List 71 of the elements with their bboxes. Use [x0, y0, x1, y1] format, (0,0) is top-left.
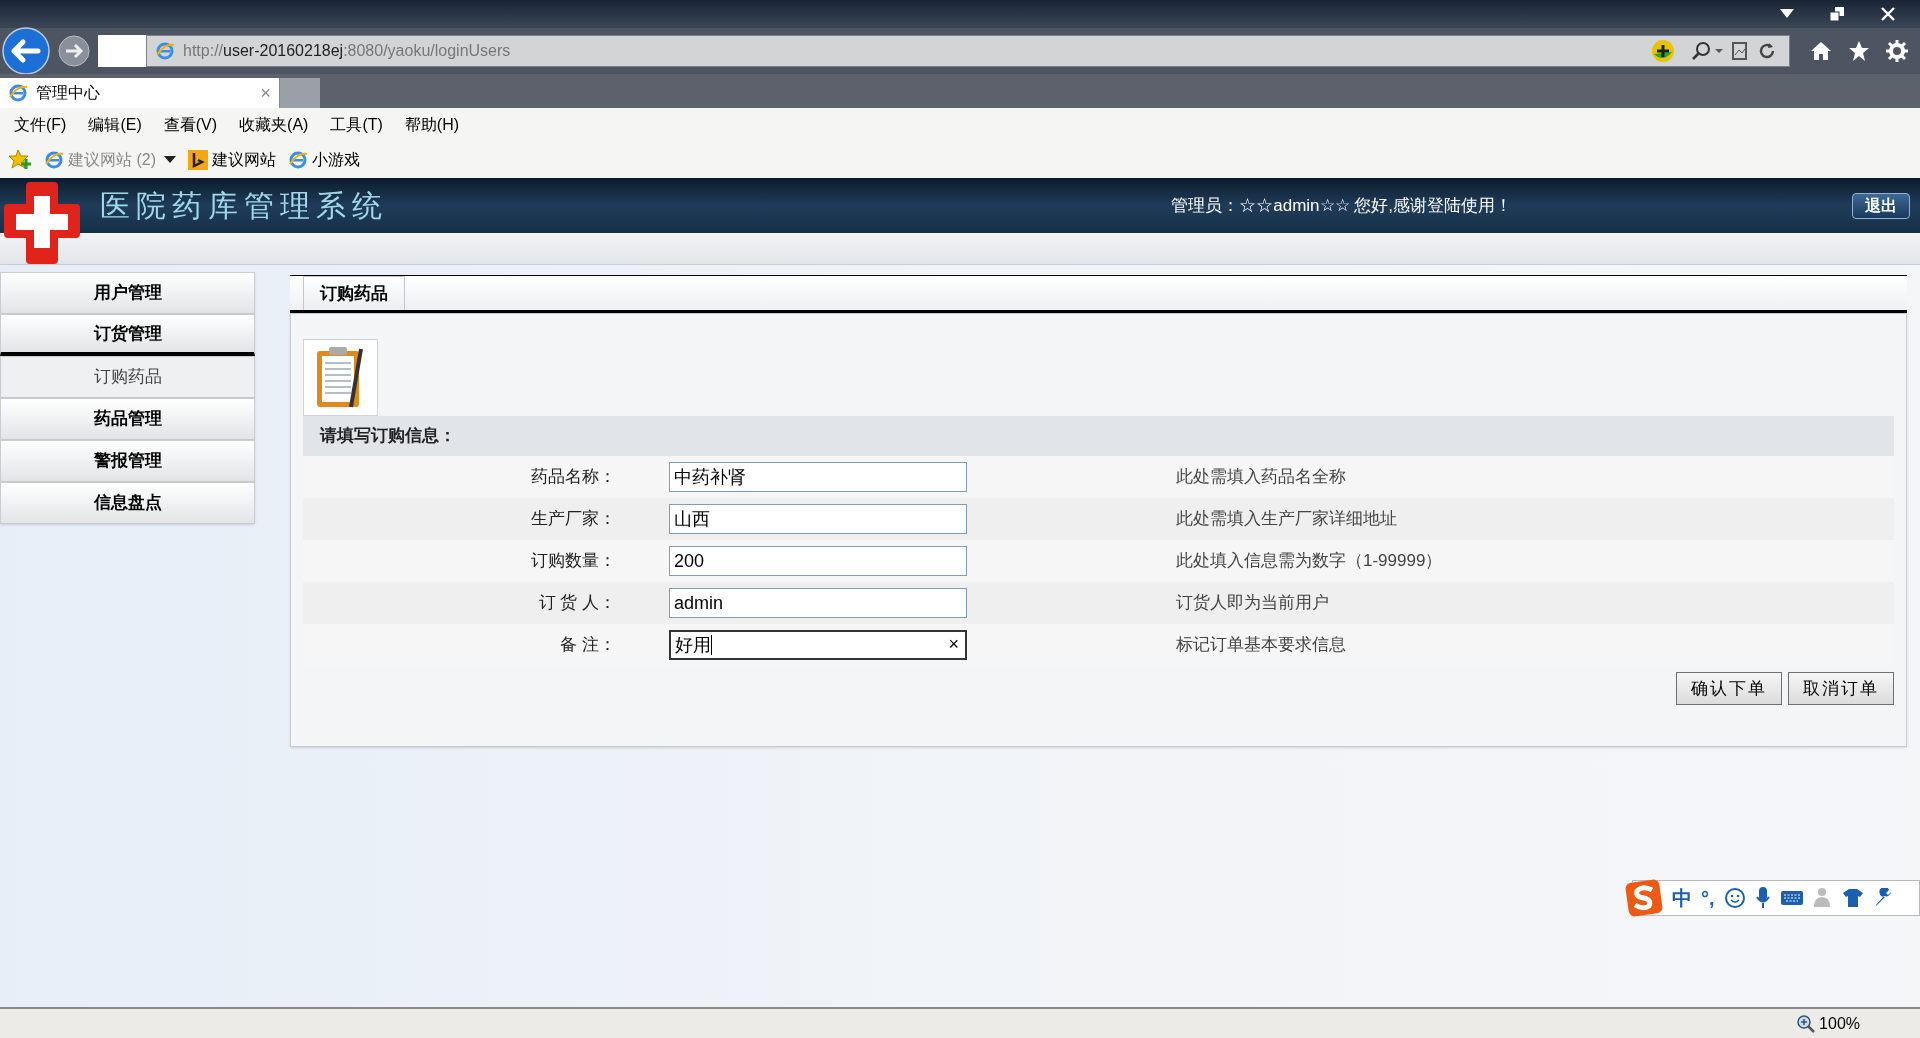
smiley-icon[interactable]	[1723, 887, 1746, 909]
input-field[interactable]: 山西	[669, 504, 967, 534]
menu-item[interactable]: 收藏夹(A)	[239, 113, 309, 137]
field-label: 备 注：	[560, 634, 616, 657]
compatibility-icon[interactable]	[1731, 41, 1749, 61]
bing-logo-icon	[188, 150, 208, 170]
system-title: 医院药库管理系统	[100, 187, 388, 225]
refresh-icon[interactable]	[1757, 41, 1777, 61]
browser-icon	[155, 41, 175, 61]
field-label: 药品名称：	[531, 466, 616, 489]
close-icon[interactable]	[1880, 6, 1896, 22]
home-icon[interactable]	[1810, 40, 1832, 62]
input-field[interactable]: 中药补肾	[669, 462, 967, 492]
form-button[interactable]: 取消订单	[1788, 672, 1894, 705]
back-icon[interactable]	[2, 27, 50, 75]
close-tab-button[interactable]: ×	[260, 84, 271, 102]
menu-item[interactable]: 工具(T)	[330, 113, 383, 137]
section-heading: 请填写订购信息：	[303, 416, 1894, 456]
panel-tab[interactable]: 订购药品	[303, 276, 405, 310]
sidebar-subitem[interactable]: 订购药品	[0, 356, 255, 398]
sidebar-item[interactable]: 信息盘点	[0, 482, 255, 524]
field-hint: 此处需填入生产厂家详细地址	[1176, 508, 1397, 531]
menu-item[interactable]: 帮助(H)	[404, 113, 460, 137]
logout-button[interactable]: 退出	[1852, 192, 1910, 219]
microphone-icon[interactable]	[1754, 886, 1771, 910]
zoom-icon[interactable]	[1797, 1014, 1816, 1033]
page-icon	[44, 150, 64, 170]
clear-button[interactable]: ×	[948, 635, 959, 653]
menu-item[interactable]: 文件(F)	[14, 113, 67, 137]
input-field[interactable]: admin	[669, 588, 967, 618]
menu-item[interactable]: 查看(V)	[163, 113, 218, 137]
punctuation-toggle[interactable]: °,	[1701, 883, 1715, 913]
menu-item[interactable]: 编辑(E)	[88, 113, 142, 137]
browser-tab[interactable]: 管理中心 ×	[0, 78, 280, 108]
input-field[interactable]: 200	[669, 546, 967, 576]
plus-circle-icon[interactable]	[1651, 39, 1675, 63]
favorite-link[interactable]: 小游戏	[312, 148, 360, 172]
zoom-level[interactable]: 100%	[1819, 1011, 1860, 1036]
blank-box	[98, 35, 146, 67]
field-hint: 此处需填入药品名全称	[1176, 466, 1346, 489]
shirt-icon[interactable]	[1841, 888, 1864, 908]
address-bar[interactable]: http://user-20160218ej:8080/yaoku/loginUsers	[146, 35, 1790, 67]
browser-icon	[8, 83, 28, 103]
favorites-icon[interactable]	[8, 149, 32, 171]
restore-icon[interactable]	[1830, 7, 1844, 21]
sidebar-item[interactable]: 警报管理	[0, 440, 255, 482]
text-cursor	[711, 635, 712, 655]
field-hint: 此处填入信息需为数字（1-99999）	[1176, 550, 1443, 573]
tab-title: 管理中心	[36, 83, 101, 103]
sidebar-item[interactable]: 用户管理	[0, 272, 255, 314]
favorite-link[interactable]: 建议网站	[212, 148, 276, 172]
sidebar-item[interactable]: 订货管理	[0, 314, 255, 356]
field-label: 订 货 人：	[538, 592, 616, 615]
field-label: 生产厂家：	[531, 508, 616, 531]
field-hint: 订货人即为当前用户	[1176, 592, 1329, 615]
ime-mode[interactable]: 中	[1672, 883, 1692, 913]
star-icon[interactable]	[1848, 40, 1870, 62]
page-icon	[288, 150, 308, 170]
s-logo-icon[interactable]	[1625, 879, 1663, 917]
sidebar-item[interactable]: 药品管理	[0, 398, 255, 440]
welcome-text: 管理员：☆☆admin☆☆ 您好,感谢登陆使用！	[1171, 194, 1512, 217]
forward-icon[interactable]	[58, 35, 90, 67]
settings-icon[interactable]	[1886, 40, 1908, 62]
dropdown-icon[interactable]	[1780, 9, 1794, 19]
url-text: http://user-20160218ej:8080/yaoku/loginUsers	[183, 41, 511, 61]
field-label: 订购数量：	[531, 550, 616, 573]
caret-icon[interactable]	[164, 156, 176, 164]
field-hint: 标记订单基本要求信息	[1176, 634, 1346, 657]
search-icon[interactable]	[1691, 41, 1723, 61]
keyboard-icon[interactable]	[1779, 890, 1804, 906]
form-button[interactable]: 确认下单	[1676, 672, 1782, 705]
